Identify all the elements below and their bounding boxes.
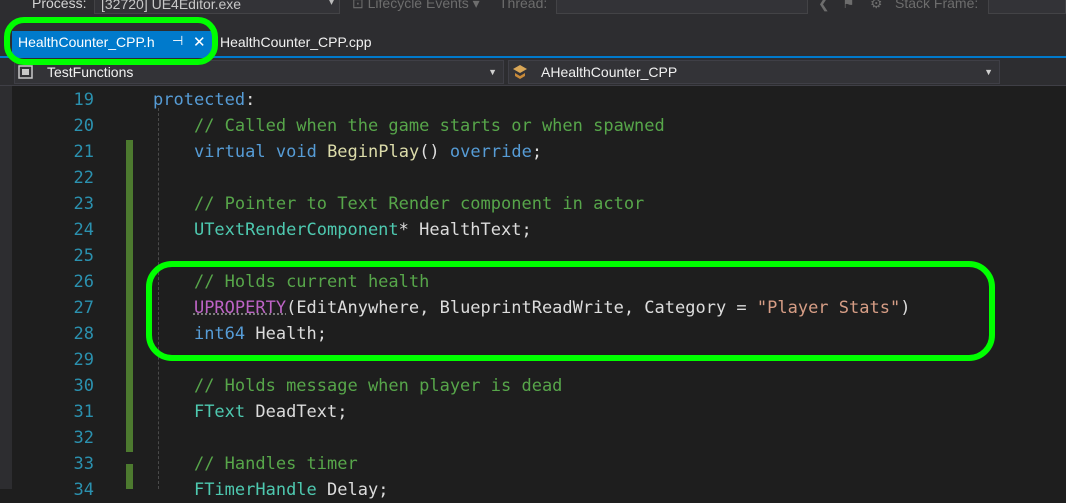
code-highlight-annotation bbox=[146, 261, 995, 361]
lifecycle-label: Lifecycle Events bbox=[367, 0, 469, 11]
line-number: 19 bbox=[73, 90, 94, 110]
tab-healthcounter-cpp[interactable]: HealthCounter_CPP.cpp bbox=[220, 34, 372, 50]
line-number: 24 bbox=[73, 220, 94, 240]
code-line-23: // Pointer to Text Render component in a… bbox=[193, 194, 645, 214]
tab-highlight-annotation bbox=[4, 17, 218, 65]
stack-back-icon[interactable]: ❮ bbox=[818, 0, 830, 12]
line-number: 28 bbox=[73, 324, 94, 344]
thread-label: Thread: bbox=[499, 0, 548, 11]
change-indicator bbox=[126, 464, 133, 489]
line-number: 25 bbox=[73, 246, 94, 266]
scope-value: TestFunctions bbox=[47, 64, 134, 80]
project-icon bbox=[18, 65, 33, 79]
code-line-20: // Called when the game starts or when s… bbox=[193, 116, 665, 136]
stack-frame-icon: ⚙ bbox=[870, 0, 883, 11]
process-dropdown[interactable]: [32720] UE4Editor.exe ▾ bbox=[94, 0, 340, 14]
line-number: 21 bbox=[73, 142, 94, 162]
stack-frame-label: Stack Frame: bbox=[895, 0, 979, 11]
stack-frame-dropdown[interactable] bbox=[988, 0, 1066, 14]
line-number: 33 bbox=[73, 454, 94, 474]
line-number: 29 bbox=[73, 350, 94, 370]
line-number: 34 bbox=[73, 480, 94, 500]
member-value: AHealthCounter_CPP bbox=[541, 64, 678, 80]
member-dropdown[interactable]: AHealthCounter_CPP ▼ bbox=[508, 60, 1000, 84]
chevron-down-icon: ▼ bbox=[984, 67, 993, 77]
change-indicator bbox=[126, 140, 133, 452]
code-line-30: // Holds message when player is dead bbox=[193, 376, 563, 396]
code-line-33: // Handles timer bbox=[193, 454, 358, 474]
process-label: Process: bbox=[32, 0, 87, 11]
line-number: 27 bbox=[73, 298, 94, 318]
chevron-down-icon: ▾ bbox=[328, 0, 334, 8]
chevron-down-icon: ▼ bbox=[488, 67, 497, 77]
code-line-31: FText DeadText; bbox=[193, 402, 348, 422]
code-line-24: UTextRenderComponent* HealthText; bbox=[193, 220, 532, 240]
line-number: 23 bbox=[73, 194, 94, 214]
editor-left-margin bbox=[0, 86, 12, 489]
line-number: 20 bbox=[73, 116, 94, 136]
tab-label: HealthCounter_CPP.cpp bbox=[220, 34, 372, 50]
flag-icon[interactable]: ⚑ bbox=[842, 0, 855, 12]
thread-dropdown[interactable] bbox=[556, 0, 808, 14]
lifecycle-icon: ⊡ bbox=[352, 0, 364, 11]
process-value: [32720] UE4Editor.exe bbox=[101, 0, 242, 12]
code-line-21: virtual void BeginPlay() override; bbox=[193, 142, 543, 162]
code-line-34: FTimerHandle Delay; bbox=[193, 480, 389, 500]
line-number: 26 bbox=[73, 272, 94, 292]
debug-toolbar: Process: [32720] UE4Editor.exe ▾ ⊡ Lifec… bbox=[0, 0, 1066, 18]
line-number: 31 bbox=[73, 402, 94, 422]
class-icon bbox=[513, 65, 527, 79]
line-number: 30 bbox=[73, 376, 94, 396]
lifecycle-events-button[interactable]: ⊡ Lifecycle Events ▾ bbox=[352, 0, 480, 12]
line-number: 22 bbox=[73, 168, 94, 188]
line-number: 32 bbox=[73, 428, 94, 448]
code-line-19: protected: bbox=[153, 90, 256, 110]
